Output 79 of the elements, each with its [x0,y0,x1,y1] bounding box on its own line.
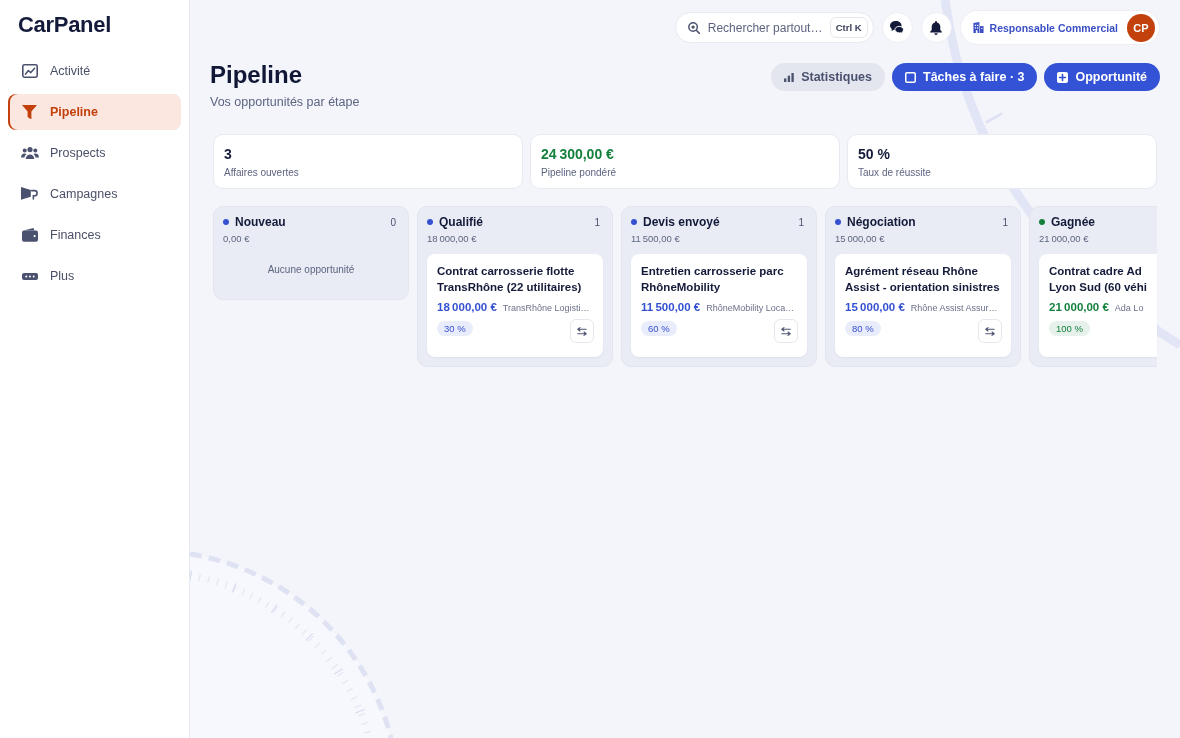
swap-arrows-icon [781,326,791,336]
deal-card[interactable]: Contrat carrosserie flotte TransRhône (22 utilitaires) 18 000,00 € TransRhône Logisti… 30 % [427,254,603,357]
move-button[interactable] [978,319,1002,343]
notifications-button[interactable] [920,12,952,43]
stage-name: Négociation [847,215,916,229]
nav-item[interactable]: Plus [8,258,181,294]
kpi-label: Pipeline pondéré [541,167,617,179]
stage-total: 11 500,00 € [631,232,681,245]
kpi-value: 50 % [858,145,890,163]
deal-title: Contrat cadre Ad Lyon Sud (60 véhi [1049,264,1148,295]
app-logo: CarPanel [18,13,111,37]
stage-name: Nouveau [235,215,286,229]
messages-button[interactable] [881,12,913,43]
plus-square-icon [1057,71,1069,83]
new-opportunity-button[interactable]: Opportunité [1044,63,1160,91]
company-name: RhôneMobility Loca… [706,303,795,313]
building-icon [972,22,984,33]
shortcut-key: Ctrl K [829,17,868,38]
deal-title: Contrat carrosserie flotte TransRhône (22 utilitaires) [437,264,583,295]
stage-count: 1 [594,216,601,228]
stage-total: 15 000,00 € [835,232,886,245]
kpi-value: 24 300,00 € [541,145,614,163]
deal-card[interactable]: Entretien carrosserie parc RhôneMobility 11 500,00 € RhôneMobility Loca… 60 % [631,254,807,357]
kpi-value: 3 [224,145,232,163]
bell-icon [930,20,943,35]
move-button[interactable] [774,319,798,343]
stage-count: 0 [390,216,397,228]
swap-arrows-icon [577,326,587,336]
search-field[interactable]: Rechercher partout… Ctrl K [674,12,874,43]
statistics-button[interactable]: Statistiques [771,63,886,91]
nav-item[interactable]: Activité [8,53,181,89]
company-name: Ada Lo [1114,303,1144,313]
move-button[interactable] [570,319,594,343]
deal-amount: 18 000,00 € [437,301,497,313]
nav-item[interactable]: Pipeline [8,94,181,130]
deal-amount: 11 500,00 € [641,301,701,313]
user-menu-button[interactable]: Responsable Commercial CP [959,10,1160,45]
square-icon [905,71,917,83]
search-input[interactable]: Rechercher partout… [707,20,822,35]
kpi-label: Taux de réussite [858,167,931,179]
deal-title: Agrément réseau Rhône Assist - orientation sinistres [845,264,1001,295]
stage-name: Qualifié [439,215,483,229]
wallet-icon [21,228,38,242]
probability-badge: 80 % [845,321,881,336]
probability-badge: 100 % [1049,321,1090,336]
funnel-icon [22,104,37,120]
stage-name: Gagnée [1051,215,1095,229]
company-name: Rhône Assist Assur… [910,303,998,313]
stage-count: 1 [1002,216,1009,228]
chart-frame-icon [21,64,38,78]
tasks-button[interactable]: Tâches à faire · 3 [892,63,1038,91]
page-title: Pipeline [210,60,303,90]
nav-item[interactable]: Prospects [8,135,181,171]
stage-total: 18 000,00 € [427,232,478,245]
bar-chart-icon [784,72,795,82]
swap-arrows-icon [985,326,995,336]
deal-card[interactable]: Agrément réseau Rhône Assist - orientation sinistres 15 000,00 € Rhône Assist Assur… 80 % [835,254,1011,357]
stage-name: Devis envoyé [643,215,720,229]
company-name: TransRhône Logisti… [502,303,590,313]
deal-amount: 21 000,00 € [1049,301,1109,313]
more-dots-icon [21,272,38,280]
page-subtitle: Vos opportunités par étape [210,94,360,110]
stage-total: 21 000,00 € [1039,232,1090,245]
kpi-label: Affaires ouvertes [224,167,299,179]
deal-title: Entretien carrosserie parc RhôneMobility [641,264,785,295]
empty-state-text: Aucune opportunité [266,263,356,277]
nav-item[interactable]: Campagnes [8,176,181,212]
deal-card[interactable]: Contrat cadre Ad Lyon Sud (60 véhi 21 000,00 € Ada Lo 100 % [1039,254,1157,357]
people-icon [20,146,39,160]
megaphone-icon [21,187,38,201]
probability-badge: 30 % [437,321,473,336]
search-icon [687,21,700,34]
chat-bubbles-icon [890,21,905,34]
nav-item[interactable]: Finances [8,217,181,253]
stage-total: 0,00 € [223,232,251,245]
probability-badge: 60 % [641,321,677,336]
stage-count: 1 [798,216,805,228]
deal-amount: 15 000,00 € [845,301,905,313]
avatar: CP [1127,13,1155,42]
